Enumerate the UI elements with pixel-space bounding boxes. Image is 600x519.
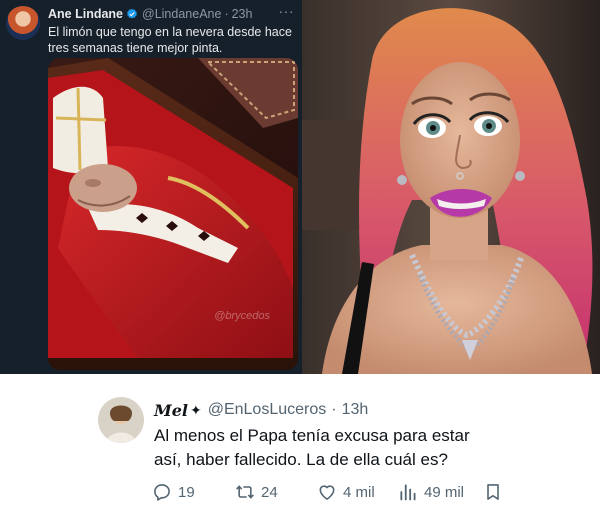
quoted-tweet[interactable]: Ane Lindane @LindaneAne · 23h ··· El lim… bbox=[0, 0, 302, 374]
quoted-tweet-separator: · bbox=[224, 7, 229, 21]
like-button[interactable]: 4 mil bbox=[317, 481, 375, 503]
media-watermark: @brycedos bbox=[214, 310, 270, 322]
like-icon bbox=[319, 485, 335, 500]
star-icon: ✦ bbox=[189, 401, 202, 418]
reply-avatar-image bbox=[98, 397, 144, 443]
quoted-tweet-avatar[interactable] bbox=[6, 6, 40, 40]
verified-badge-icon bbox=[127, 8, 137, 19]
retweet-icon bbox=[236, 485, 254, 499]
views-count: 49 mil bbox=[424, 483, 465, 501]
media-photo-image bbox=[48, 58, 298, 370]
retweet-button[interactable]: 24 bbox=[235, 481, 278, 503]
reply-avatar[interactable] bbox=[98, 397, 144, 443]
views-icon bbox=[400, 484, 416, 501]
reply-text: Al menos el Papa tenía excusa para estar… bbox=[154, 426, 470, 469]
quoted-tweet-time[interactable]: 23h bbox=[232, 7, 253, 21]
reply-header: Mel ✦ @EnLosLuceros · 13h bbox=[154, 400, 368, 420]
reply-icon bbox=[154, 484, 170, 501]
reply-time[interactable]: 13h bbox=[342, 401, 369, 419]
reply-tweet[interactable]: Mel ✦ @EnLosLuceros · 13h Al menos el Pa… bbox=[0, 374, 600, 519]
portrait-image bbox=[302, 0, 600, 374]
quoted-tweet-handle[interactable]: @LindaneAne bbox=[142, 7, 221, 21]
quoted-tweet-header: Ane Lindane @LindaneAne · 23h ··· bbox=[48, 3, 294, 21]
reply-handle[interactable]: @EnLosLuceros bbox=[208, 401, 327, 419]
quoted-tweet-text: El limón que tengo en la nevera desde ha… bbox=[48, 25, 292, 55]
more-icon[interactable]: ··· bbox=[279, 3, 295, 19]
reply-separator: · bbox=[331, 401, 337, 418]
reply-button[interactable]: 19 bbox=[152, 481, 195, 503]
screenshot-composite: Ane Lindane @LindaneAne · 23h ··· El lim… bbox=[0, 0, 600, 374]
reply-actions-bar: 19 24 4 mil 49 mil bbox=[152, 481, 502, 503]
bookmark-icon bbox=[487, 484, 499, 500]
quoted-tweet-author-name[interactable]: Ane Lindane bbox=[48, 7, 123, 21]
portrait-photo bbox=[302, 0, 600, 374]
views-button[interactable]: 49 mil bbox=[398, 481, 464, 503]
quoted-tweet-media[interactable]: @brycedos bbox=[48, 58, 298, 370]
like-count: 4 mil bbox=[343, 483, 375, 501]
retweet-count: 24 bbox=[261, 483, 278, 501]
bookmark-button[interactable] bbox=[483, 481, 509, 503]
reply-count: 19 bbox=[178, 483, 195, 501]
reply-author-name[interactable]: Mel bbox=[154, 401, 188, 420]
